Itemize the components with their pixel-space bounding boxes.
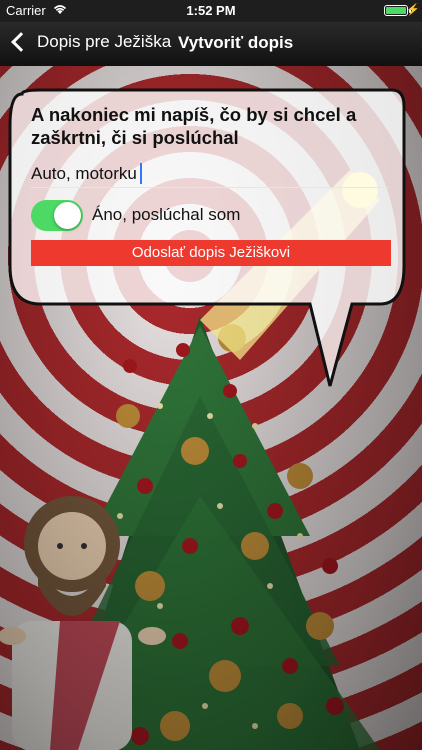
back-label: Dopis pre Ježiška: [37, 32, 172, 51]
send-letter-button[interactable]: Odoslať dopis Ježiškovi: [31, 240, 391, 266]
wish-input[interactable]: [31, 161, 389, 188]
status-bar: Carrier 1:52 PM ⚡: [0, 0, 422, 22]
toggle-knob: [54, 202, 81, 229]
battery-icon: [384, 5, 411, 16]
obedient-toggle[interactable]: [31, 200, 83, 231]
back-button[interactable]: Dopis pre Ježiška: [10, 32, 171, 52]
toggle-label: Áno, poslúchal som: [92, 205, 241, 224]
text-cursor: [140, 163, 142, 184]
charging-bolt-icon: ⚡: [406, 4, 420, 16]
clock: 1:52 PM: [186, 3, 236, 18]
question-text: A nakoniec mi napíš, čo by si chcel a za…: [31, 104, 357, 148]
back-chevron-icon: [11, 32, 31, 52]
page-title: Vytvoriť dopis: [178, 33, 294, 52]
navigation-bar: Dopis pre Ježiška Vytvoriť dopis: [0, 22, 422, 66]
